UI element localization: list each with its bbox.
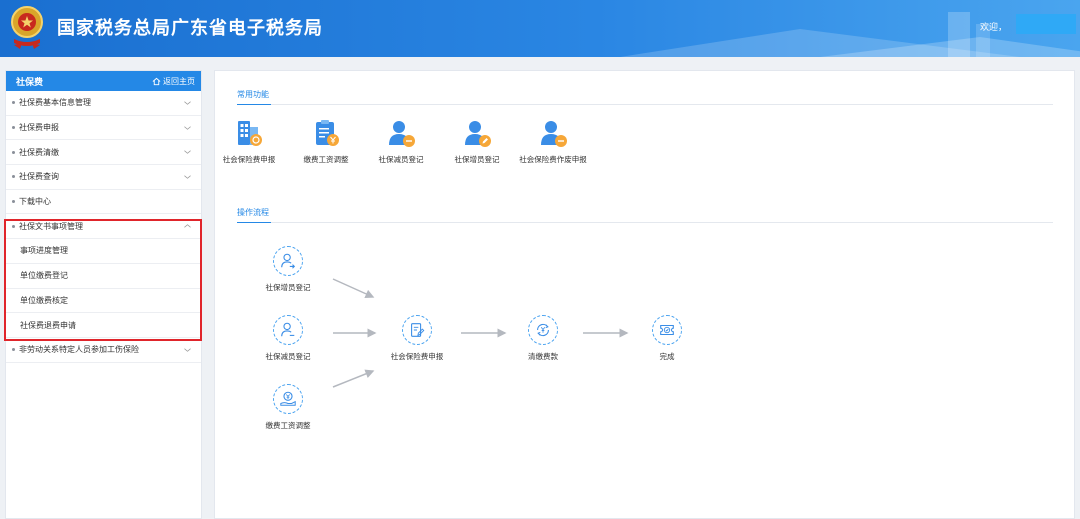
title-underline: [237, 104, 271, 105]
bullet-icon: [12, 175, 15, 179]
chevron-up-icon: [184, 224, 191, 228]
ticket-check-icon: [660, 324, 674, 336]
site-title: 国家税务总局广东省电子税务局: [57, 18, 323, 39]
flow-node-label: 社保增员登记: [265, 283, 311, 292]
func-insurance-declaration[interactable]: 社会保险费申报: [212, 117, 286, 165]
sidebar-item-label: 社保费清缴: [19, 147, 59, 157]
sidebar-title: 社保费: [16, 77, 44, 88]
sidebar-item-download[interactable]: 下载中心: [6, 190, 201, 215]
user-name-box[interactable]: [1016, 14, 1076, 34]
main-panel: 常用功能 社会保险费申报 缴费工资调整 社保减员登记 社保增员登记 社会保险费作…: [214, 70, 1075, 519]
sidebar-item-declaration[interactable]: 社保费申报: [6, 116, 201, 141]
flow-title: 操作流程: [237, 208, 269, 217]
sidebar-item-label: 社保费申报: [19, 123, 59, 133]
top-header: 国家税务总局广东省电子税务局 欢迎，: [0, 0, 1080, 57]
home-link-label: 返回主页: [163, 76, 195, 86]
bullet-icon: [12, 101, 15, 105]
flow-node-label: 清缴费款: [528, 352, 558, 361]
sidebar-item-label: 社保费查询: [19, 172, 59, 182]
func-label: 缴费工资调整: [303, 155, 349, 164]
func-staff-reduce[interactable]: 社保减员登记: [364, 117, 438, 165]
document-edit-icon: [411, 323, 425, 337]
func-wage-adjust[interactable]: 缴费工资调整: [289, 117, 363, 165]
home-icon: [152, 77, 161, 85]
sidebar-header: 社保费 返回主页: [6, 71, 201, 91]
title-underline: [237, 222, 271, 223]
bullet-icon: [12, 348, 15, 352]
flow-node-staff-reduce[interactable]: 社保减员登记: [248, 315, 328, 362]
bullet-icon: [12, 150, 15, 154]
user-minus-icon: [281, 322, 295, 337]
sidebar-item-label: 社保费基本信息管理: [19, 98, 91, 108]
sidebar-item-query[interactable]: 社保费查询: [6, 165, 201, 190]
chevron-down-icon: [184, 101, 191, 105]
flow-node-wage-adjust[interactable]: 缴费工资调整: [248, 384, 328, 431]
header-building-decoration: [948, 12, 970, 57]
flow-node-complete[interactable]: 完成: [627, 315, 707, 362]
func-insurance-void[interactable]: 社会保险费作废申报: [516, 117, 590, 165]
tax-emblem-icon: [11, 6, 43, 49]
sidebar-subitem-refund[interactable]: 社保费退费申请: [6, 313, 201, 338]
user-cancel-icon: [541, 121, 567, 147]
func-label: 社会保险费作废申报: [519, 155, 587, 164]
yen-cycle-icon: [537, 323, 549, 337]
common-functions-title: 常用功能: [237, 90, 269, 99]
sidebar-item-basic-info[interactable]: 社保费基本信息管理: [6, 91, 201, 116]
divider: [237, 222, 1053, 223]
building-icon: [238, 121, 262, 146]
flow-node-label: 缴费工资调整: [265, 421, 311, 430]
func-staff-add[interactable]: 社保增员登记: [440, 117, 514, 165]
home-link[interactable]: 返回主页: [152, 76, 195, 87]
sidebar-subitem-registration[interactable]: 单位缴费登记: [6, 264, 201, 289]
sidebar: 社保费 返回主页 社保费基本信息管理 社保费申报 社保费清缴 社保费查询 下载中…: [5, 70, 202, 519]
welcome-text: 欢迎，: [980, 23, 1008, 33]
hand-coin-icon: [280, 391, 296, 406]
user-edit-icon: [465, 121, 491, 147]
flow-node-declare[interactable]: 社会保险费申报: [377, 315, 457, 362]
flow-node-label: 完成: [659, 352, 675, 361]
func-label: 社保增员登记: [454, 155, 500, 164]
flow-node-staff-add[interactable]: 社保增员登记: [248, 246, 328, 293]
sidebar-subitem-progress[interactable]: 事项进度管理: [6, 239, 201, 264]
func-label: 社保减员登记: [378, 155, 424, 164]
flow-node-label: 社保减员登记: [265, 352, 311, 361]
sidebar-subitem-verification[interactable]: 单位缴费核定: [6, 289, 201, 314]
sidebar-item-settlement[interactable]: 社保费清缴: [6, 140, 201, 166]
bullet-icon: [12, 200, 15, 204]
sidebar-item-label: 社保文书事项管理: [19, 221, 83, 231]
flow-node-label: 社会保险费申报: [390, 352, 444, 361]
chevron-down-icon: [184, 175, 191, 179]
chevron-down-icon: [184, 150, 191, 154]
sidebar-item-injury-insurance[interactable]: 非劳动关系特定人员参加工伤保险: [6, 338, 201, 363]
user-minus-icon: [389, 121, 415, 147]
sidebar-item-label: 非劳动关系特定人员参加工伤保险: [19, 345, 139, 355]
divider: [237, 104, 1053, 105]
flow-node-payment[interactable]: 清缴费款: [503, 315, 583, 362]
sidebar-item-documents[interactable]: 社保文书事项管理: [6, 214, 201, 240]
sidebar-item-label: 下载中心: [19, 197, 51, 207]
bullet-icon: [12, 126, 15, 130]
chevron-down-icon: [184, 125, 191, 130]
clipboard-yen-icon: [316, 120, 339, 146]
func-label: 社会保险费申报: [222, 155, 276, 164]
bullet-icon: [12, 224, 15, 228]
user-arrow-icon: [281, 253, 296, 269]
chevron-down-icon: [184, 348, 191, 352]
